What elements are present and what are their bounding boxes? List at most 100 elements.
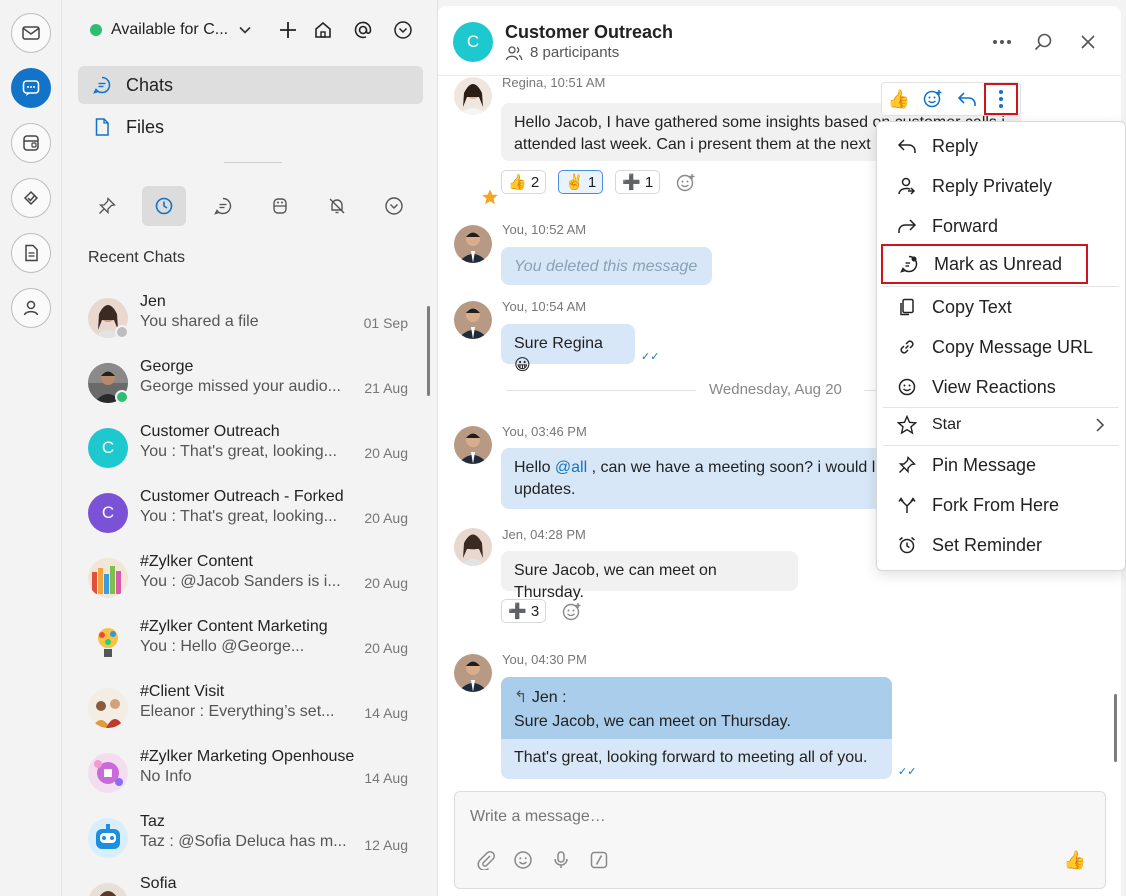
- home-icon[interactable]: [311, 18, 335, 42]
- chat-item-taz[interactable]: Taz Taz : @Sofia Deluca has m... 12 Aug: [88, 810, 408, 868]
- avatar[interactable]: [454, 225, 492, 263]
- chevron-right-icon: [1096, 418, 1105, 432]
- menu-item-forward[interactable]: Forward: [877, 206, 1125, 246]
- participants-icon: [505, 45, 523, 60]
- avatar: [88, 558, 128, 598]
- search-icon[interactable]: [1031, 30, 1055, 54]
- group-avatar[interactable]: C: [453, 22, 493, 62]
- menu-item-copy-text[interactable]: Copy Text: [877, 287, 1125, 327]
- menu-item-copy-message-url[interactable]: Copy Message URL: [877, 327, 1125, 367]
- chat-sidebar: Available for C... Chats Files Recent Ch…: [62, 0, 438, 896]
- close-icon[interactable]: [1076, 30, 1100, 54]
- more-filters-icon[interactable]: [372, 186, 416, 226]
- menu-item-reply[interactable]: Reply: [877, 126, 1125, 166]
- participants-link[interactable]: 8 participants: [505, 44, 619, 61]
- chat-date: 20 Aug: [364, 575, 408, 591]
- message-bubble[interactable]: Sure Jacob, we can meet on Thursday.: [501, 551, 798, 601]
- message-bubble[interactable]: Hello @all , can we have a meeting soon?…: [501, 448, 883, 509]
- nav-files[interactable]: Files: [78, 108, 423, 146]
- chat-item-customer-outreach[interactable]: C Customer Outreach You : That's great, …: [88, 420, 408, 478]
- avatar[interactable]: [454, 654, 492, 692]
- notes-icon[interactable]: [11, 233, 51, 273]
- chat-name: #Client Visit: [140, 683, 225, 700]
- format-icon[interactable]: [588, 849, 610, 871]
- quote-text: Sure Jacob, we can meet on Thursday.: [514, 713, 791, 730]
- avatar: [88, 883, 128, 896]
- menu-item-fork-from-here[interactable]: Fork From Here: [877, 485, 1125, 525]
- add-reaction-icon[interactable]: [675, 172, 697, 194]
- person-reply-icon: [896, 175, 918, 197]
- pinned-filter-icon[interactable]: [85, 186, 129, 226]
- chat-item-customer-outreach-forked[interactable]: C Customer Outreach - Forked You : That'…: [88, 485, 408, 543]
- add-reaction-icon[interactable]: [916, 83, 950, 115]
- chat-item-zylker-marketing-openhouse[interactable]: #Zylker Marketing Openhouse No Info 14 A…: [88, 745, 408, 803]
- message-bubble[interactable]: Sure Regina 😀: [501, 324, 635, 374]
- sidebar-scrollbar[interactable]: [427, 306, 430, 396]
- chat-item-client-visit[interactable]: #Client Visit Eleanor : Everything’s set…: [88, 680, 408, 738]
- read-receipt-icon: ✓✓: [898, 766, 917, 778]
- nav-chats[interactable]: Chats: [78, 66, 423, 104]
- chat-name: Jen: [140, 293, 166, 310]
- message-input[interactable]: Write a message…: [470, 808, 606, 826]
- conversation-scrollbar[interactable]: [1114, 694, 1117, 762]
- channels-icon[interactable]: [11, 123, 51, 163]
- message-text: That's great, looking forward to meeting…: [514, 749, 868, 766]
- more-actions-icon[interactable]: [984, 83, 1018, 115]
- chat-date: 12 Aug: [364, 837, 408, 853]
- avatar[interactable]: [454, 301, 492, 339]
- message-composer[interactable]: Write a message… 👍: [454, 791, 1106, 889]
- message-meta: Jen, 04:28 PM: [502, 527, 586, 542]
- add-icon[interactable]: [276, 18, 300, 42]
- chat-name: #Zylker Content Marketing: [140, 618, 328, 635]
- add-reaction-icon[interactable]: [561, 601, 583, 623]
- chat-item-jen[interactable]: Jen You shared a file 01 Sep: [88, 290, 408, 348]
- menu-item-reply-privately[interactable]: Reply Privately: [877, 166, 1125, 206]
- chat-item-zylker-content[interactable]: #Zylker Content You : @Jacob Sanders is …: [88, 550, 408, 608]
- chat-item-zylker-content-marketing[interactable]: #Zylker Content Marketing You : Hello @G…: [88, 615, 408, 673]
- unread-filter-icon[interactable]: [201, 186, 245, 226]
- mention-all[interactable]: @all: [555, 459, 587, 476]
- alarm-icon: [896, 534, 918, 556]
- message-bubble[interactable]: You deleted this message: [501, 247, 712, 285]
- status-selector[interactable]: Available for C...: [90, 18, 252, 42]
- chevron-down-icon: [239, 26, 251, 34]
- menu-item-set-reminder[interactable]: Set Reminder: [877, 525, 1125, 565]
- conversation-title[interactable]: Customer Outreach: [505, 22, 673, 43]
- avatar[interactable]: [454, 426, 492, 464]
- contacts-icon[interactable]: [11, 288, 51, 328]
- avatar[interactable]: [454, 77, 492, 115]
- menu-label: Set Reminder: [932, 534, 1043, 555]
- menu-label: Copy Text: [932, 296, 1012, 317]
- menu-label: Reply: [932, 135, 979, 156]
- avatar[interactable]: [454, 528, 492, 566]
- reaction-thumbs-up[interactable]: 👍 2: [501, 170, 547, 194]
- reaction-victory[interactable]: ✌️ 1: [558, 170, 604, 194]
- chat-item-george[interactable]: George George missed your audio... 21 Au…: [88, 355, 408, 413]
- thumbs-up-icon[interactable]: 👍: [1064, 849, 1086, 871]
- chat-app-icon[interactable]: [11, 68, 51, 108]
- menu-item-mark-as-unread[interactable]: Mark as Unread: [881, 244, 1088, 284]
- menu-item-view-reactions[interactable]: View Reactions: [877, 367, 1125, 407]
- quick-like-icon[interactable]: 👍: [882, 83, 916, 115]
- mail-icon[interactable]: [11, 13, 51, 53]
- reaction-plus[interactable]: ➕ 3: [501, 599, 547, 623]
- tasks-icon[interactable]: [11, 178, 51, 218]
- reaction-count: 3: [530, 602, 540, 620]
- chat-item-sofia[interactable]: Sofia: [88, 875, 408, 896]
- recent-filter-icon[interactable]: [142, 186, 186, 226]
- emoji-icon[interactable]: [512, 849, 534, 871]
- more-options-icon[interactable]: [990, 30, 1014, 54]
- muted-filter-icon[interactable]: [315, 186, 359, 226]
- chat-preview: Eleanor : Everything’s set...: [140, 703, 335, 720]
- reply-icon[interactable]: [950, 83, 984, 115]
- menu-item-star[interactable]: Star: [877, 405, 1125, 445]
- message-bubble[interactable]: ↰ Jen : Sure Jacob, we can meet on Thurs…: [501, 677, 892, 779]
- more-circle-icon[interactable]: [391, 18, 415, 42]
- quoted-message[interactable]: ↰ Jen : Sure Jacob, we can meet on Thurs…: [501, 677, 892, 739]
- bots-filter-icon[interactable]: [258, 186, 302, 226]
- menu-item-pin-message[interactable]: Pin Message: [877, 445, 1125, 485]
- reaction-plus[interactable]: ➕ 1: [615, 170, 661, 194]
- attach-icon[interactable]: [475, 849, 497, 871]
- microphone-icon[interactable]: [550, 849, 572, 871]
- mentions-icon[interactable]: [351, 18, 375, 42]
